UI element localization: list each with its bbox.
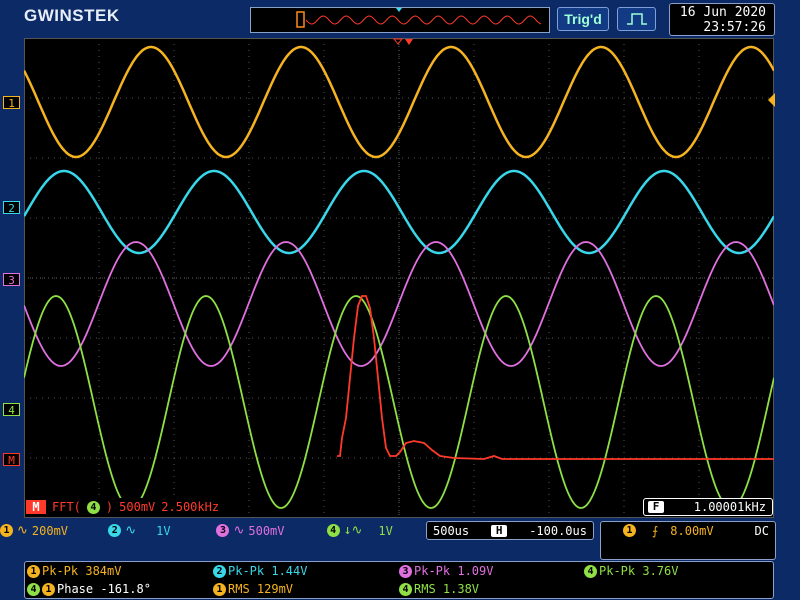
top-bar: GWINSTEK Trig'd 16 Jun 2020 23:57:26	[0, 0, 800, 38]
ch2-badge: 2	[108, 524, 122, 537]
measurement-value: Pk-Pk 3.76V	[599, 564, 679, 578]
ch4-scale[interactable]: 4 ↓∿ 1V	[326, 523, 425, 538]
rising-edge-icon: ⨍	[652, 524, 659, 538]
measurements-panel: 1 Pk-Pk 384mV 2 Pk-Pk 1.44V 3 Pk-Pk 1.09…	[24, 561, 774, 599]
time-text: 23:57:26	[703, 20, 766, 35]
date-text: 16 Jun 2020	[679, 5, 766, 20]
ch1-marker[interactable]: 1	[3, 96, 20, 110]
measurement-source-badge: 4	[584, 564, 597, 578]
measurement-item[interactable]: 3 Pk-Pk 1.09V	[399, 563, 493, 579]
overview-window[interactable]	[296, 11, 305, 28]
ch4-badge: 4	[326, 524, 340, 537]
measurement-item[interactable]: 4 1 Phase -161.8°	[27, 581, 151, 597]
ch4-marker[interactable]: 4	[3, 403, 20, 417]
measurement-source-badge: 4	[27, 582, 40, 596]
ch2-scale-value: 1V	[156, 523, 171, 538]
measurement-item[interactable]: 1 RMS 129mV	[213, 581, 293, 597]
ac-coupling-icon: ∿	[17, 523, 28, 538]
measurement-value: RMS 1.38V	[414, 582, 480, 596]
measurement-source2-badge: 1	[42, 582, 55, 596]
frequency-badge: F	[648, 501, 664, 513]
ch3-marker[interactable]: 3	[3, 273, 20, 287]
graticule	[22, 38, 776, 518]
dc-coupling-icon: ↓∿	[343, 523, 363, 538]
trigger-level: 8.00mV	[670, 524, 714, 538]
trigger-status-badge: Trig'd	[557, 7, 609, 31]
ch1-scale-value: 200mV	[31, 523, 69, 538]
measurement-source-badge: 2	[213, 564, 226, 578]
measurement-value: Pk-Pk 1.44V	[228, 564, 308, 578]
horizontal-badge: H	[491, 524, 508, 537]
channel-status-row: 1 ∿ 200mV 2 ∿ 1V 3 ∿ 500mV 4 ↓∿ 1V 500us…	[0, 520, 800, 560]
math-source-badge: 4	[86, 500, 100, 514]
measurement-item[interactable]: 2 Pk-Pk 1.44V	[213, 563, 307, 579]
measurement-item[interactable]: 4 Pk-Pk 3.76V	[584, 563, 678, 579]
ch3-scale-value: 500mV	[248, 523, 285, 538]
measurement-source-badge: 3	[399, 564, 412, 578]
math-fft-label[interactable]: M FFT( 4 ) 500mV 2.500kHz	[26, 498, 226, 516]
measurement-source-badge: 1	[213, 582, 226, 596]
ac-coupling-icon: ∿	[233, 523, 245, 538]
math-func: FFT(	[52, 500, 81, 514]
frequency-value: 1.00001kHz	[693, 500, 766, 514]
timebase-box[interactable]: 500us H -100.0us	[426, 521, 594, 540]
trigger-time-marker	[392, 38, 413, 45]
measurement-value: Pk-Pk 384mV	[42, 564, 122, 578]
frequency-counter: F 1.00001kHz	[643, 498, 773, 516]
trigger-source-badge: 1	[623, 524, 636, 537]
measurement-value: Phase -161.8°	[57, 582, 151, 596]
math-marker[interactable]: M	[3, 453, 20, 467]
waveform-display[interactable]	[22, 38, 776, 518]
math-close: )	[105, 500, 114, 514]
overview-waveform	[296, 8, 542, 28]
trigger-coupling: DC	[754, 524, 769, 538]
pulse-icon	[626, 13, 647, 25]
measurement-value: RMS 129mV	[228, 582, 294, 596]
ch3-scale[interactable]: 3 ∿ 500mV	[216, 523, 320, 538]
memory-overview[interactable]	[250, 7, 550, 33]
channel-scales: 1 ∿ 200mV 2 ∿ 1V 3 ∿ 500mV 4 ↓∿ 1V	[0, 521, 425, 540]
fft-waveform	[337, 295, 774, 460]
ch1-scale[interactable]: 1 ∿ 200mV	[0, 523, 102, 538]
datetime-display: 16 Jun 2020 23:57:26	[669, 3, 775, 36]
ch3-badge: 3	[216, 524, 230, 537]
ac-coupling-icon: ∿	[125, 523, 137, 538]
ch1-badge: 1	[0, 524, 13, 537]
ch2-marker[interactable]: 2	[3, 201, 20, 215]
ch4-scale-value: 1V	[378, 523, 393, 538]
brand-logo: GWINSTEK	[24, 6, 120, 25]
acquire-mode-button[interactable]	[617, 7, 656, 31]
measurement-source-badge: 1	[27, 564, 40, 578]
horizontal-position: -100.0us	[529, 523, 587, 538]
timebase-scale: 500us	[433, 523, 470, 538]
trigger-box[interactable]: 1 ⨍ 8.00mV DC	[600, 521, 776, 560]
measurement-item[interactable]: 1 Pk-Pk 384mV	[27, 563, 121, 579]
math-span: 2.500kHz	[161, 500, 220, 514]
measurement-item[interactable]: 4 RMS 1.38V	[399, 581, 479, 597]
measurement-source-badge: 4	[399, 582, 412, 596]
math-scale: 500mV	[119, 500, 156, 514]
trigger-level-marker	[768, 93, 775, 107]
trigger-position-icon	[396, 8, 402, 12]
ch2-scale[interactable]: 2 ∿ 1V	[108, 523, 210, 538]
math-badge: M	[26, 500, 46, 514]
measurement-value: Pk-Pk 1.09V	[414, 564, 494, 578]
